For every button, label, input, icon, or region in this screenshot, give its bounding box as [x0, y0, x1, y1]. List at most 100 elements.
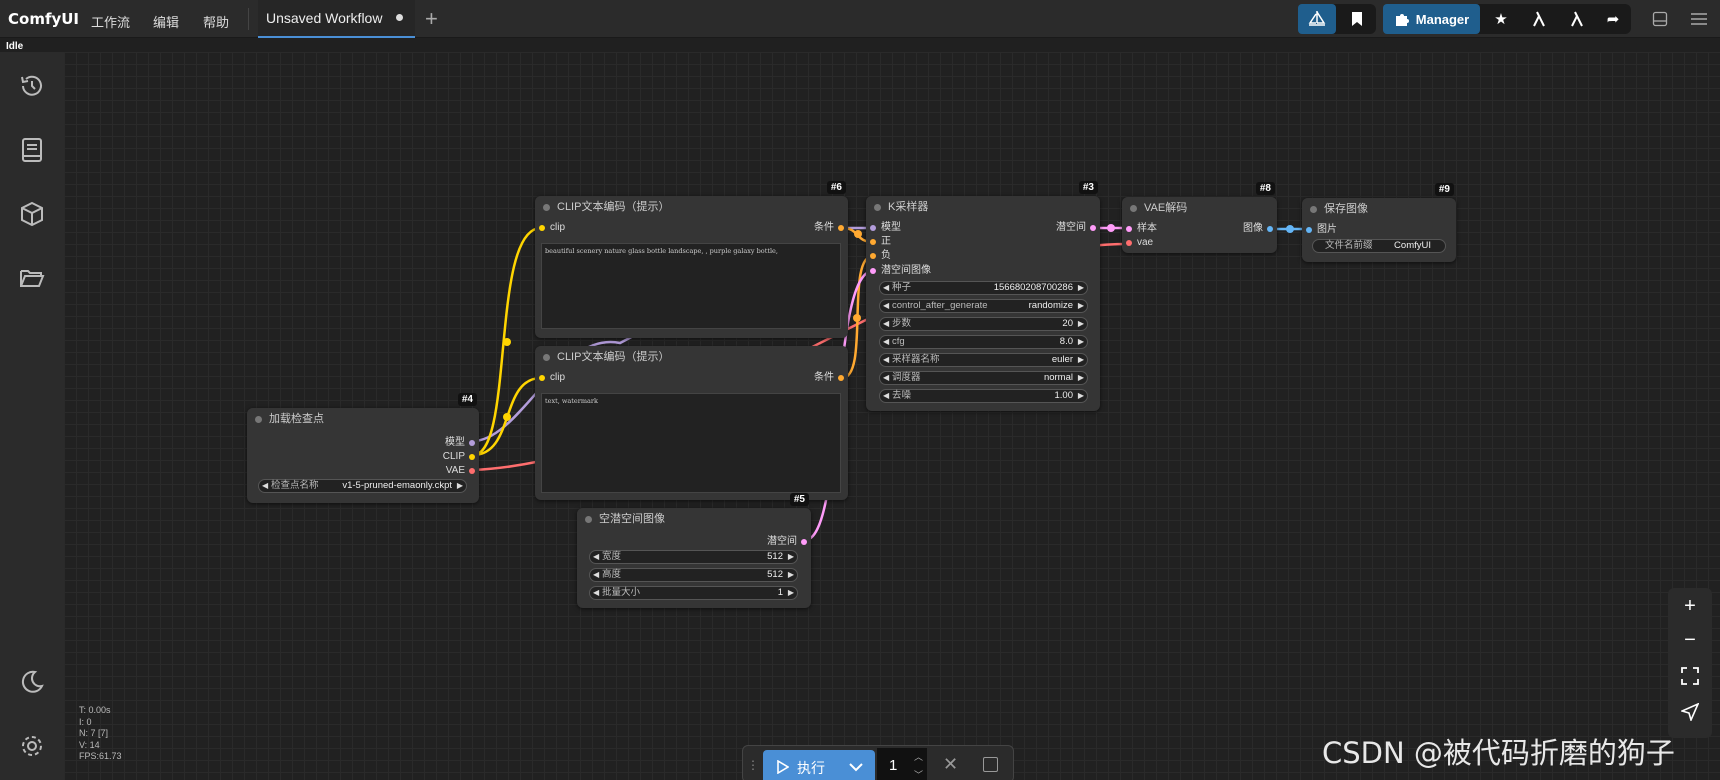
- tab-unsaved-workflow[interactable]: Unsaved Workflow: [258, 0, 415, 38]
- widget-sampler-name[interactable]: ◀ 采样器名称 euler ▶: [879, 353, 1088, 367]
- manager-button[interactable]: Manager: [1383, 4, 1480, 34]
- zoom-controls: + −: [1668, 588, 1712, 738]
- fit-view-icon[interactable]: [1676, 662, 1704, 690]
- widget-control-after-generate[interactable]: ◀ control_after_generate randomize ▶: [879, 299, 1088, 313]
- stop-square-icon[interactable]: [983, 757, 998, 772]
- widget-steps[interactable]: ◀ 步数 20 ▶: [879, 317, 1088, 331]
- widget-label: 去噪: [892, 390, 912, 401]
- widget-ckpt-name[interactable]: ◀ 检查点名称 v1-5-pruned-emaonly.ckpt ▶: [258, 479, 467, 493]
- positive-input-dot-icon[interactable]: [870, 239, 876, 245]
- widget-label: 检查点名称: [271, 480, 319, 491]
- output-latent-label: 潜空间: [1056, 222, 1086, 233]
- batch-count-input[interactable]: 1 ︿ ﹀: [877, 748, 927, 780]
- cancel-x-icon[interactable]: ✕: [943, 754, 958, 775]
- widget-denoise[interactable]: ◀ 去噪 1.00 ▶: [879, 389, 1088, 403]
- zoom-out-icon[interactable]: −: [1676, 626, 1704, 654]
- share-icon[interactable]: ➦: [1595, 4, 1631, 34]
- model-input-dot-icon[interactable]: [870, 225, 876, 231]
- widget-filename-prefix[interactable]: 文件名前缀 ComfyUI: [1312, 239, 1446, 253]
- widget-width[interactable]: ◀ 宽度 512 ▶: [589, 550, 798, 564]
- locate-icon[interactable]: [1676, 698, 1704, 726]
- chevron-down-icon[interactable]: [849, 762, 863, 772]
- widget-value: 512: [767, 569, 783, 580]
- node-id-badge: #6: [826, 181, 846, 194]
- node-clip-text-encode-negative[interactable]: CLIP文本编码（提示） clip 条件 text, watermark: [535, 346, 848, 500]
- node-vae-decode[interactable]: #8 VAE解码 样本 vae 图像: [1122, 182, 1277, 253]
- widget-value: 1: [777, 587, 783, 598]
- menu-workflow[interactable]: 工作流: [91, 12, 130, 31]
- widget-label: 文件名前缀: [1325, 240, 1373, 251]
- increment-icon[interactable]: ︿: [914, 750, 923, 763]
- model-output-dot-icon[interactable]: [469, 440, 475, 446]
- prompt-textarea[interactable]: text, watermark: [541, 393, 841, 493]
- node-title: CLIP文本编码（提示）: [535, 346, 848, 368]
- vae-input-dot-icon[interactable]: [1126, 240, 1132, 246]
- widget-scheduler[interactable]: ◀ 调度器 normal ▶: [879, 371, 1088, 385]
- csdn-watermark: CSDN @被代码折磨的狗子: [1322, 736, 1675, 770]
- clip-output-dot-icon[interactable]: [469, 454, 475, 460]
- run-button[interactable]: 执行: [763, 750, 875, 780]
- tab-title: Unsaved Workflow: [266, 10, 383, 26]
- node-id-badge: #9: [1434, 183, 1454, 196]
- sidebar: [0, 52, 64, 780]
- negative-input-dot-icon[interactable]: [870, 253, 876, 259]
- history-icon[interactable]: [16, 70, 48, 102]
- image-output-dot-icon[interactable]: [1267, 226, 1273, 232]
- node-ksampler[interactable]: #3 K采样器 模型 正 负 潜空间图像 潜空间 ◀ 种子 156680208700…: [866, 181, 1100, 411]
- sailboat-icon[interactable]: [1298, 4, 1336, 34]
- widget-label: 采样器名称: [892, 354, 940, 365]
- node-id-badge: #3: [1078, 181, 1098, 194]
- menu-hamburger-icon[interactable]: [1684, 4, 1714, 34]
- widget-value: normal: [1043, 372, 1073, 383]
- clip-input-dot-icon[interactable]: [539, 225, 545, 231]
- panel-toggle-icon[interactable]: [1645, 4, 1675, 34]
- book-icon[interactable]: [16, 134, 48, 166]
- widget-label: 批量大小: [602, 587, 641, 598]
- zoom-in-icon[interactable]: +: [1676, 592, 1704, 620]
- folder-icon[interactable]: [16, 262, 48, 294]
- widget-cfg[interactable]: ◀ cfg 8.0 ▶: [879, 335, 1088, 349]
- bookmark-icon[interactable]: [1338, 4, 1376, 34]
- latent-output-dot-icon[interactable]: [1090, 225, 1096, 231]
- input-clip-label: clip: [550, 372, 566, 383]
- unsaved-dot-icon: [396, 14, 403, 21]
- input-model-label: 模型: [881, 222, 901, 233]
- vae-output-dot-icon[interactable]: [469, 468, 475, 474]
- conditioning-output-dot-icon[interactable]: [838, 375, 844, 381]
- node-load-checkpoint[interactable]: #4 加载检查点 模型 CLIP VAE ◀ 检查点名称 v1-5-pruned-e…: [247, 393, 479, 503]
- clip-input-dot-icon[interactable]: [539, 375, 545, 381]
- node-save-image[interactable]: #9 保存图像 图片 文件名前缀 ComfyUI: [1302, 183, 1456, 262]
- node-clip-text-encode-positive[interactable]: #6 CLIP文本编码（提示） clip 条件 beautiful scener…: [535, 181, 848, 338]
- star-icon[interactable]: ★: [1483, 4, 1519, 34]
- new-tab-plus-icon[interactable]: +: [425, 6, 438, 32]
- manager-label: Manager: [1415, 11, 1470, 27]
- node-empty-latent-image[interactable]: #5 空潜空间图像 潜空间 ◀ 宽度 512 ▶ ◀ 高度 512 ▶ ◀ 批量大小 1 ▶: [577, 493, 811, 608]
- menu-edit[interactable]: 编辑: [153, 12, 179, 31]
- node-title: 保存图像: [1302, 198, 1456, 220]
- widget-batch-size[interactable]: ◀ 批量大小 1 ▶: [589, 586, 798, 600]
- input-samples-label: 样本: [1137, 223, 1157, 234]
- conditioning-output-dot-icon[interactable]: [838, 225, 844, 231]
- samples-input-dot-icon[interactable]: [1126, 226, 1132, 232]
- lambda-alt-icon[interactable]: [1559, 4, 1595, 34]
- stat-vertices: V: 14: [79, 739, 100, 750]
- lambda-icon[interactable]: [1521, 4, 1557, 34]
- decrement-icon[interactable]: ﹀: [914, 768, 923, 780]
- output-conditioning-label: 条件: [814, 222, 834, 233]
- canvas-stats: T: 0.00s I: 0 N: 7 [7] V: 14 FPS:61.73: [79, 705, 122, 763]
- gear-icon[interactable]: [16, 730, 48, 762]
- widget-label: 种子: [892, 282, 912, 293]
- moon-icon[interactable]: [16, 666, 48, 698]
- prompt-textarea[interactable]: beautiful scenery nature glass bottle la…: [541, 243, 841, 329]
- images-input-dot-icon[interactable]: [1306, 227, 1312, 233]
- menu-help[interactable]: 帮助: [203, 12, 229, 31]
- queue-status: Idle: [6, 41, 24, 52]
- widget-label: 调度器: [892, 372, 921, 383]
- widget-seed[interactable]: ◀ 种子 156680208700286 ▶: [879, 281, 1088, 295]
- cube-icon[interactable]: [16, 198, 48, 230]
- widget-height[interactable]: ◀ 高度 512 ▶: [589, 568, 798, 582]
- queue-run-bar: ⋮⋮ 执行 1 ︿ ﹀ ✕: [742, 745, 1014, 780]
- widget-value: 1.00: [1054, 390, 1074, 401]
- latent-input-dot-icon[interactable]: [870, 268, 876, 274]
- latent-output-dot-icon[interactable]: [801, 539, 807, 545]
